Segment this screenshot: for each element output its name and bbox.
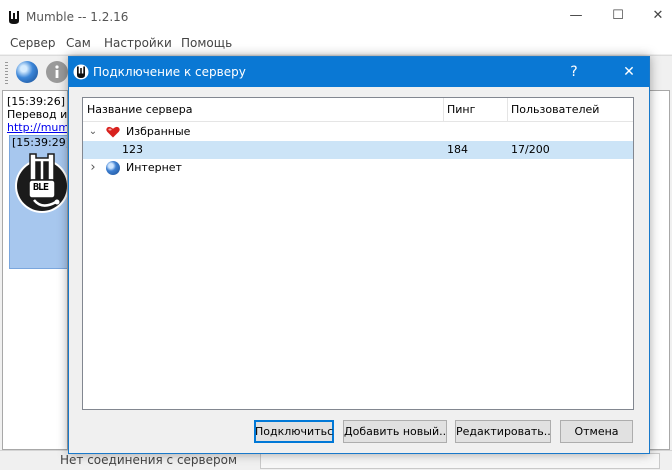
cancel-button[interactable]: Отмена — [560, 420, 633, 443]
column-ping[interactable]: Пинг — [443, 98, 507, 122]
group-internet[interactable]: › Интернет — [83, 159, 633, 177]
mumble-logo-icon — [73, 64, 89, 80]
status-panel — [260, 453, 660, 469]
add-new-button[interactable]: Добавить новый... — [343, 420, 447, 443]
maximize-icon[interactable]: ☐ — [608, 6, 628, 26]
welcome-card: [15:39:29] BLE — [9, 135, 68, 269]
log-text: Перевод и — [7, 108, 68, 121]
server-users: 17/200 — [511, 143, 550, 156]
group-favorites[interactable]: ⌄ Избранные — [83, 123, 633, 141]
card-timestamp: [15:39:29] — [12, 136, 68, 149]
group-internet-label: Интернет — [126, 161, 182, 174]
logo-text: BLE — [33, 182, 49, 193]
dialog-title: Подключение к серверу — [93, 65, 246, 79]
chat-log[interactable]: [15:39:26] Перевод и http://mumb [15:39:… — [2, 90, 68, 450]
connection-status: Нет соединения с сервером — [60, 453, 238, 467]
globe-icon — [106, 161, 120, 175]
connect-button[interactable]: Подключиться — [254, 420, 334, 443]
column-server-name[interactable]: Название сервера — [83, 98, 443, 122]
menu-self[interactable]: Сам — [66, 36, 91, 50]
heart-icon — [106, 126, 120, 138]
chevron-right-icon[interactable]: › — [87, 159, 99, 177]
log-timestamp: [15:39:26] — [7, 95, 65, 108]
server-list[interactable]: Название сервера ^ Пинг Пользователей ⌄ … — [82, 97, 634, 410]
dialog-close-button[interactable]: ✕ — [619, 62, 639, 82]
main-titlebar[interactable]: Mumble -- 1.2.16 — ☐ ✕ — [0, 0, 672, 34]
server-row[interactable]: 123 184 17/200 — [83, 141, 633, 159]
minimize-icon[interactable]: — — [566, 6, 586, 26]
info-glyph-icon — [55, 65, 59, 78]
group-favorites-label: Избранные — [126, 125, 191, 138]
connect-dialog: Подключение к серверу ? ✕ Название серве… — [68, 56, 650, 454]
menu-settings[interactable]: Настройки — [104, 36, 172, 50]
main-window-title: Mumble -- 1.2.16 — [26, 10, 129, 24]
edit-button[interactable]: Редактировать... — [455, 420, 551, 443]
list-header: Название сервера ^ Пинг Пользователей — [83, 98, 633, 122]
server-ping: 184 — [447, 143, 468, 156]
chevron-down-icon[interactable]: ⌄ — [87, 123, 99, 141]
menu-help[interactable]: Помощь — [181, 36, 232, 50]
info-icon[interactable] — [46, 61, 68, 83]
log-link[interactable]: http://mumb — [7, 121, 67, 134]
help-button[interactable]: ? — [564, 62, 584, 82]
close-icon[interactable]: ✕ — [648, 6, 668, 26]
dialog-titlebar[interactable]: Подключение к серверу ? ✕ — [69, 57, 649, 87]
connect-globe-icon[interactable] — [16, 61, 38, 83]
dialog-buttons: Подключиться Добавить новый... Редактиро… — [69, 420, 649, 444]
column-users[interactable]: Пользователей — [507, 98, 633, 122]
menu-server[interactable]: Сервер — [10, 36, 55, 50]
mumble-logo-icon — [9, 11, 19, 24]
toolbar-grip[interactable] — [5, 62, 8, 84]
menubar: Сервер Сам Настройки Помощь — [0, 34, 672, 54]
server-name: 123 — [122, 143, 143, 156]
